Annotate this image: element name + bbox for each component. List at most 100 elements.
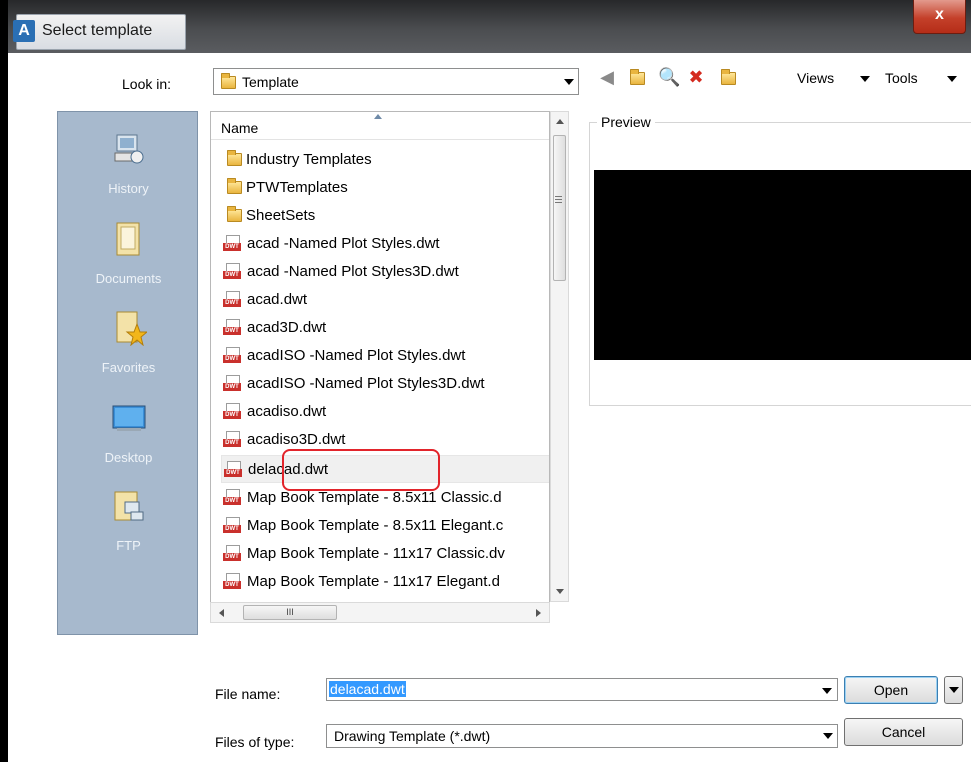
folder-icon bbox=[227, 206, 242, 222]
places-label: History bbox=[108, 181, 149, 196]
history-icon bbox=[114, 134, 143, 164]
chevron-down-icon bbox=[949, 687, 959, 693]
folder-up-icon bbox=[629, 69, 645, 85]
places-item-ftp[interactable]: FTP bbox=[58, 488, 199, 553]
look-in-label: Look in: bbox=[122, 76, 172, 92]
file-name: acad.dwt bbox=[247, 291, 308, 308]
file-name: acad -Named Plot Styles.dwt bbox=[247, 235, 440, 252]
dwt-file-icon: DWT bbox=[223, 263, 245, 279]
close-button[interactable]: x bbox=[913, 0, 966, 34]
sort-ascending-icon bbox=[374, 114, 382, 119]
open-options-button[interactable] bbox=[944, 676, 963, 704]
preview-image bbox=[594, 170, 971, 360]
scroll-right-icon[interactable] bbox=[536, 609, 541, 617]
scroll-thumb-horizontal[interactable]: III bbox=[243, 605, 337, 620]
file-name: SheetSets bbox=[246, 207, 316, 224]
list-item[interactable]: Industry Templates bbox=[223, 146, 549, 174]
new-folder-icon bbox=[720, 69, 736, 85]
close-icon: x bbox=[935, 6, 944, 23]
places-item-favorites[interactable]: Favorites bbox=[58, 310, 199, 375]
list-item[interactable]: DWT Map Book Template - 8.5x11 Elegant.c bbox=[223, 512, 549, 540]
list-item[interactable]: DWT acadiso.dwt bbox=[223, 398, 549, 426]
look-in-dropdown[interactable]: Template bbox=[213, 68, 579, 95]
window-frame-edge bbox=[0, 0, 8, 762]
list-item[interactable]: DWT acad.dwt bbox=[223, 286, 549, 314]
scroll-thumb[interactable] bbox=[553, 135, 566, 281]
file-name: Industry Templates bbox=[246, 151, 372, 168]
file-name: acad3D.dwt bbox=[247, 319, 327, 336]
dwt-file-icon: DWT bbox=[223, 375, 245, 391]
tools-dropdown-arrow-icon[interactable] bbox=[947, 76, 957, 82]
file-name: Map Book Template - 11x17 Elegant.d bbox=[247, 573, 500, 590]
list-item[interactable]: DWT acad -Named Plot Styles.dwt bbox=[223, 230, 549, 258]
annotation-highlight-box bbox=[282, 449, 440, 491]
dwt-file-icon: DWT bbox=[223, 235, 245, 251]
column-header-name[interactable]: Name bbox=[211, 112, 549, 140]
file-list[interactable]: Name Industry Templates PTWTemplates She… bbox=[210, 111, 550, 623]
list-item[interactable]: PTWTemplates bbox=[223, 174, 549, 202]
create-folder-icon[interactable] bbox=[718, 68, 738, 86]
list-item[interactable]: DWT acadISO -Named Plot Styles.dwt bbox=[223, 342, 549, 370]
file-name: Map Book Template - 8.5x11 Elegant.c bbox=[247, 517, 504, 534]
list-item[interactable]: DWT Map Book Template - 11x17 Classic.dv bbox=[223, 540, 549, 568]
tools-menu[interactable]: Tools bbox=[885, 70, 918, 86]
horizontal-scrollbar[interactable]: III bbox=[210, 602, 550, 623]
dwt-file-icon: DWT bbox=[223, 517, 245, 533]
places-label: FTP bbox=[116, 538, 141, 553]
list-item[interactable]: DWT acad -Named Plot Styles3D.dwt bbox=[223, 258, 549, 286]
scroll-up-icon[interactable] bbox=[556, 119, 564, 124]
desktop-icon bbox=[112, 405, 145, 431]
dwt-file-icon: DWT bbox=[223, 545, 245, 561]
places-item-history[interactable]: History bbox=[58, 131, 199, 196]
places-item-desktop[interactable]: Desktop bbox=[58, 400, 199, 465]
list-item[interactable]: DWT acadISO -Named Plot Styles3D.dwt bbox=[223, 370, 549, 398]
file-name: acadISO -Named Plot Styles3D.dwt bbox=[247, 375, 485, 392]
vertical-scrollbar[interactable] bbox=[550, 111, 569, 602]
file-name: acadISO -Named Plot Styles.dwt bbox=[247, 347, 466, 364]
places-label: Favorites bbox=[101, 360, 156, 375]
favorites-icon bbox=[116, 311, 147, 346]
files-of-type-dropdown[interactable]: Drawing Template (*.dwt) bbox=[326, 724, 838, 748]
up-one-level-icon[interactable] bbox=[627, 68, 647, 86]
scroll-left-icon[interactable] bbox=[219, 609, 224, 617]
list-item[interactable]: DWT Map Book Template - 11x17 Elegant.d bbox=[223, 568, 549, 596]
file-name: acadiso.dwt bbox=[247, 403, 327, 420]
dwt-file-icon: DWT bbox=[223, 319, 245, 335]
file-name-value: delacad.dwt bbox=[329, 681, 406, 697]
window-title: Select template bbox=[42, 22, 153, 39]
title-bar[interactable] bbox=[8, 0, 971, 53]
column-header-label: Name bbox=[221, 120, 259, 136]
file-name-field[interactable]: delacad.dwt bbox=[326, 678, 838, 701]
file-name-label: File name: bbox=[215, 686, 281, 702]
documents-icon bbox=[116, 222, 139, 256]
back-arrow-icon[interactable]: ◀ bbox=[597, 68, 617, 86]
delete-icon[interactable]: ✖ bbox=[686, 68, 706, 86]
folder-icon bbox=[227, 150, 242, 166]
scroll-down-icon[interactable] bbox=[556, 589, 564, 594]
chevron-down-icon bbox=[823, 733, 833, 739]
file-name: acad -Named Plot Styles3D.dwt bbox=[247, 263, 459, 280]
places-label: Desktop bbox=[104, 450, 153, 465]
files-of-type-label: Files of type: bbox=[215, 734, 295, 750]
scroll-grip-icon bbox=[555, 196, 562, 197]
file-name: PTWTemplates bbox=[246, 179, 348, 196]
scroll-grip-icon: III bbox=[286, 607, 294, 617]
cancel-button[interactable]: Cancel bbox=[844, 718, 963, 746]
places-item-documents[interactable]: Documents bbox=[58, 221, 199, 286]
list-item[interactable]: DWT acad3D.dwt bbox=[223, 314, 549, 342]
file-name: acadiso3D.dwt bbox=[247, 431, 346, 448]
search-web-icon[interactable]: 🔍 bbox=[658, 68, 680, 86]
open-button[interactable]: Open bbox=[844, 676, 938, 704]
views-menu[interactable]: Views bbox=[797, 70, 834, 86]
dwt-file-icon: DWT bbox=[223, 489, 245, 505]
file-name: Map Book Template - 8.5x11 Classic.d bbox=[247, 489, 502, 506]
places-bar: History Documents Favorites Desktop FTP bbox=[57, 111, 198, 635]
list-item[interactable]: SheetSets bbox=[223, 202, 549, 230]
dwt-file-icon: DWT bbox=[223, 403, 245, 419]
places-label: Documents bbox=[95, 271, 162, 286]
views-dropdown-arrow-icon[interactable] bbox=[860, 76, 870, 82]
dwt-file-icon: DWT bbox=[223, 431, 245, 447]
chevron-down-icon[interactable] bbox=[822, 688, 832, 694]
file-name: Map Book Template - 11x17 Classic.dv bbox=[247, 545, 505, 562]
preview-label: Preview bbox=[597, 114, 655, 130]
